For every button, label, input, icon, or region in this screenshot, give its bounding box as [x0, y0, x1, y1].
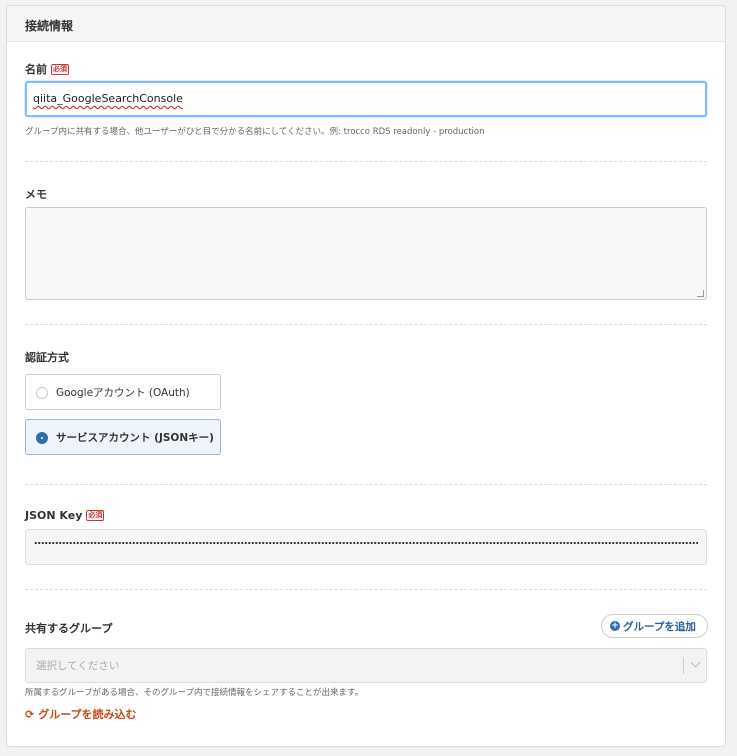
required-badge: 必須 [51, 64, 69, 75]
select-separator [683, 657, 684, 674]
add-group-button[interactable]: + グループを追加 [601, 614, 708, 638]
auth-method-label: 認証方式 [25, 351, 69, 364]
name-label: 名前 必須 [25, 63, 69, 76]
plus-circle-icon: + [610, 621, 620, 631]
masked-value [34, 540, 698, 546]
auth-option-label: Googleアカウント (OAuth) [56, 387, 190, 399]
chevron-down-icon[interactable] [690, 657, 701, 668]
radio-button[interactable] [36, 387, 48, 399]
memo-label: メモ [25, 188, 47, 201]
add-group-label: グループを追加 [623, 621, 696, 633]
auth-option-oauth[interactable]: Googleアカウント (OAuth) [25, 374, 221, 410]
name-input-value: qiita_GoogleSearchConsole [33, 92, 183, 105]
share-help-text: 所属するグループがある場合、そのグループ内で接続情報をシェアすることが出来ます。 [25, 688, 364, 698]
group-select[interactable]: 選択してください [25, 648, 707, 683]
auth-option-service-account[interactable]: サービスアカウント (JSONキー) [25, 419, 221, 455]
group-select-placeholder: 選択してください [36, 660, 120, 672]
memo-textarea[interactable] [25, 207, 707, 300]
json-key-label: JSON Key 必須 [25, 509, 105, 522]
connection-info-panel: 接続情報 名前 必須 qiita_GoogleSearchConsole グループ… [6, 5, 726, 747]
name-input[interactable]: qiita_GoogleSearchConsole [25, 81, 707, 117]
divider [25, 324, 707, 325]
divider [25, 484, 707, 485]
json-key-input[interactable] [25, 529, 707, 565]
radio-button-selected[interactable] [36, 432, 48, 444]
resize-grip-icon[interactable] [697, 290, 704, 297]
share-group-label: 共有するグループ [25, 622, 113, 635]
refresh-icon: ⟳ [25, 708, 35, 721]
auth-option-label: サービスアカウント (JSONキー) [56, 432, 214, 444]
required-badge: 必須 [86, 510, 105, 521]
divider [25, 161, 707, 162]
reload-groups-link[interactable]: ⟳ グループを読み込む [25, 706, 137, 722]
divider [25, 589, 707, 590]
name-help-text: グループ内に共有する場合、他ユーザーがひと目で分かる名前にしてください。例: t… [25, 127, 485, 137]
panel-title: 接続情報 [25, 19, 74, 33]
panel-header: 接続情報 [7, 6, 725, 42]
